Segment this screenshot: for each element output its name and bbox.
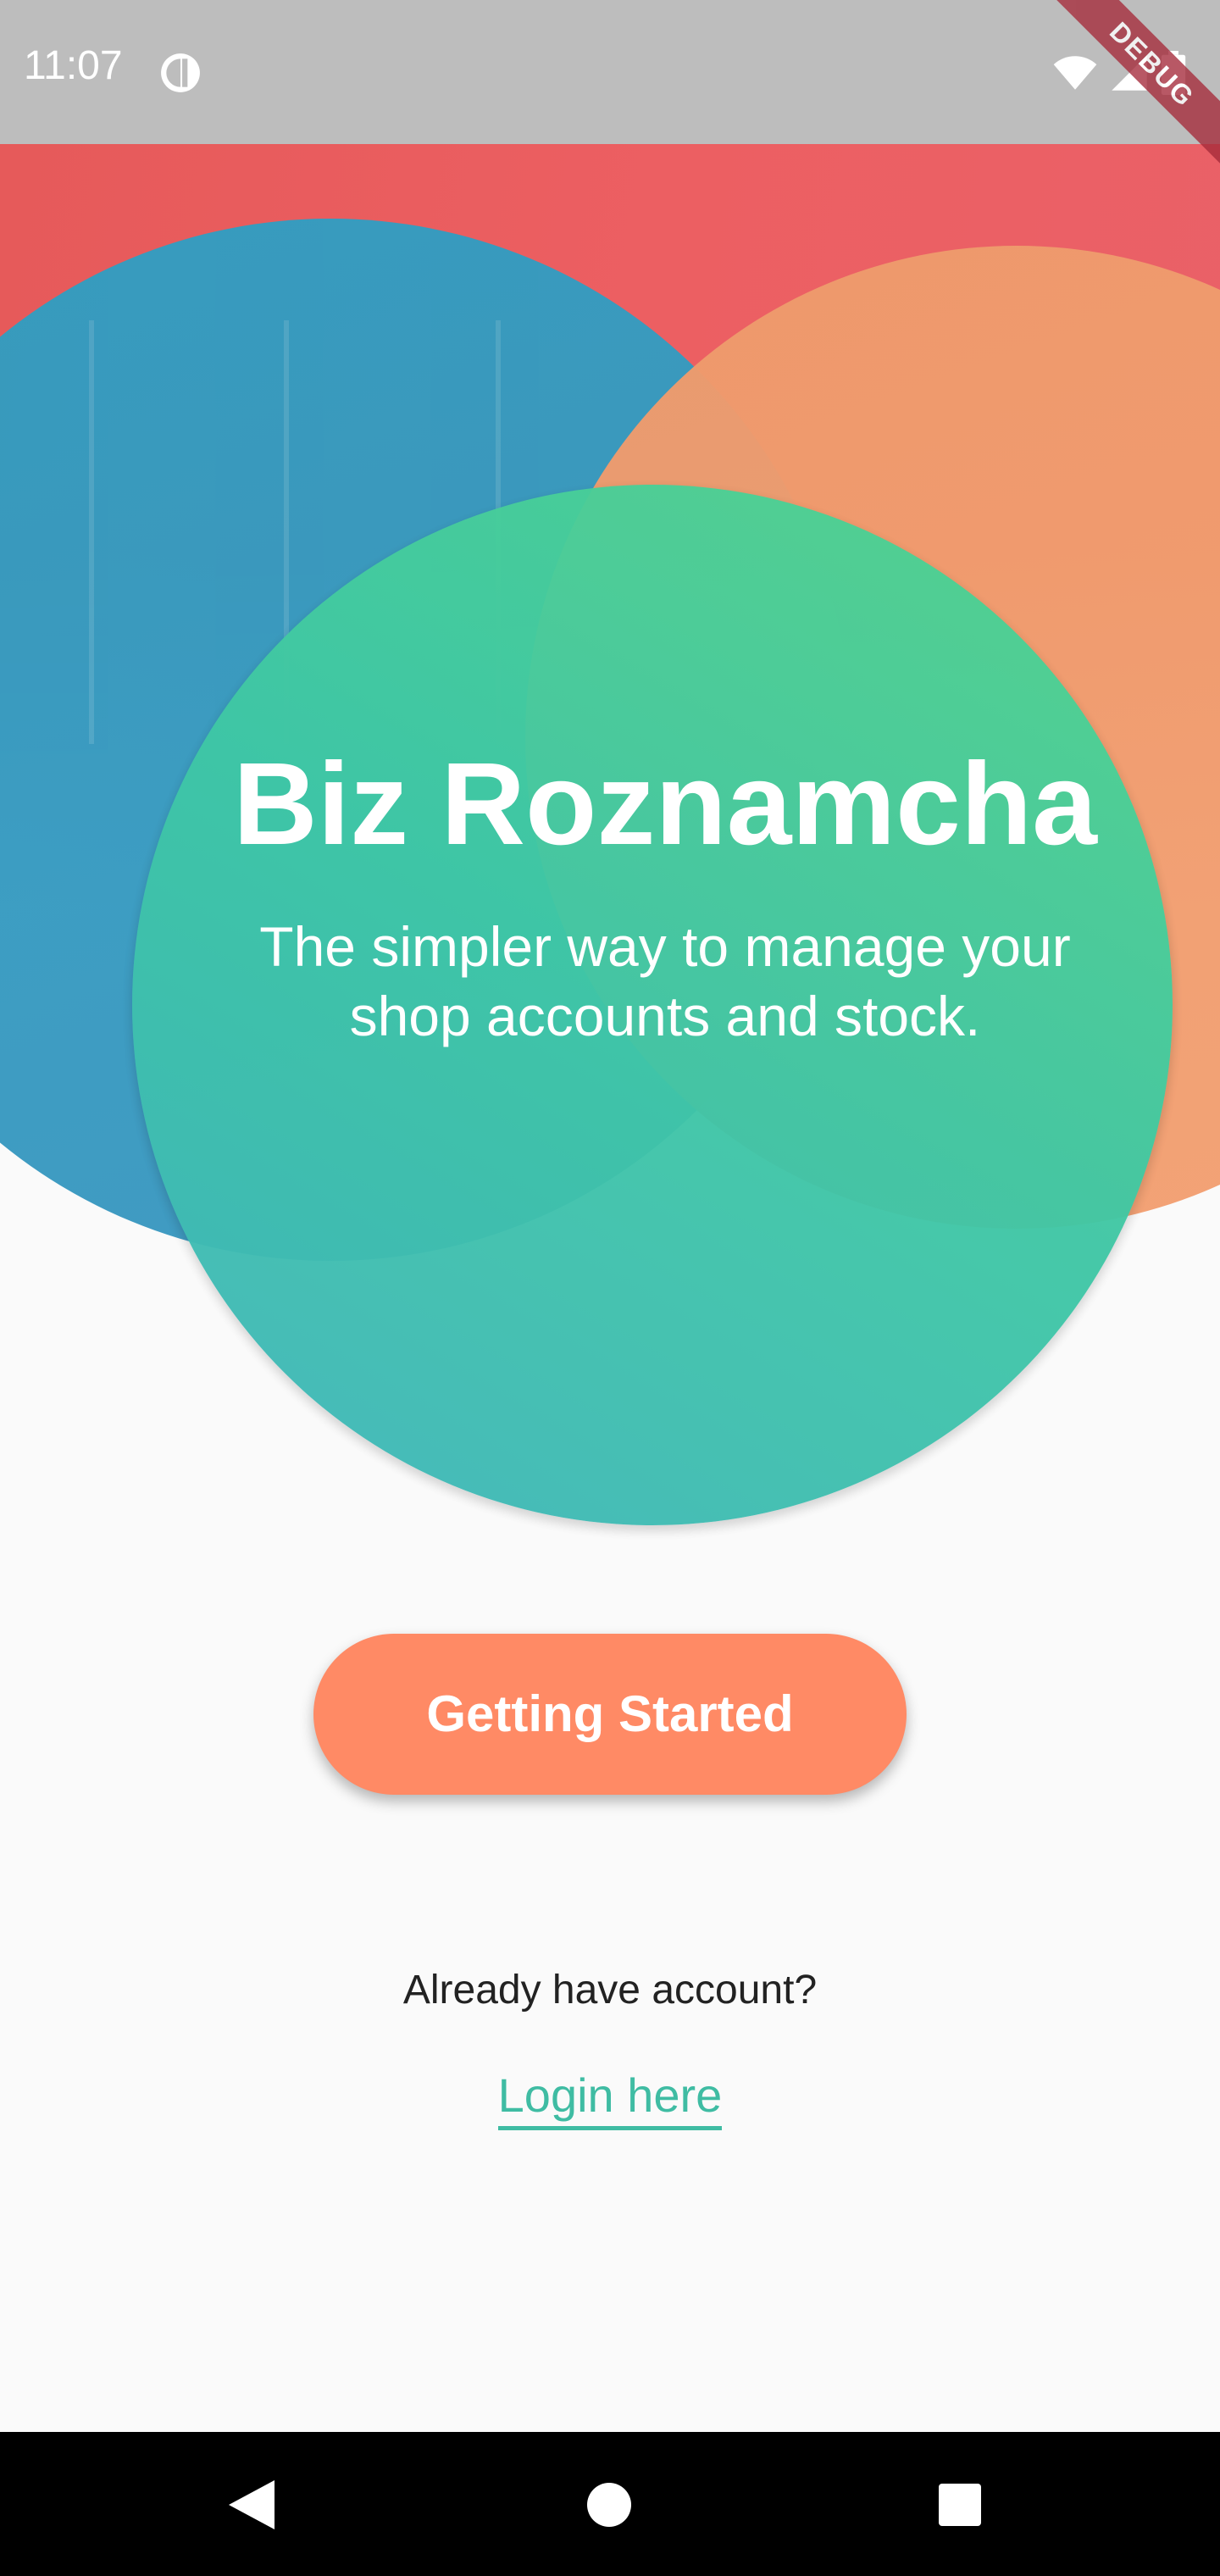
back-icon[interactable] bbox=[229, 2480, 276, 2529]
wifi-icon bbox=[1053, 56, 1097, 90]
app-title: Biz Roznamcha bbox=[233, 739, 1097, 869]
already-have-account-text: Already have account? bbox=[402, 1968, 818, 2012]
home-icon[interactable] bbox=[587, 2483, 631, 2527]
pie-chart-icon bbox=[161, 53, 200, 92]
app-tagline: The simpler way to manage your shop acco… bbox=[259, 915, 1071, 1047]
status-time: 11:07 bbox=[24, 43, 123, 88]
login-link[interactable]: Login here bbox=[497, 2072, 723, 2130]
login-link-container: Login here bbox=[0, 2072, 1220, 2130]
getting-started-button[interactable]: Getting Started bbox=[313, 1634, 907, 1795]
welcome-screen: 11:07 DEBUG Biz Roznamcha The simpler wa… bbox=[0, 0, 1220, 2576]
recents-icon[interactable] bbox=[939, 2484, 981, 2526]
system-nav-bar bbox=[0, 2432, 1220, 2576]
status-bar: 11:07 bbox=[0, 0, 1220, 144]
